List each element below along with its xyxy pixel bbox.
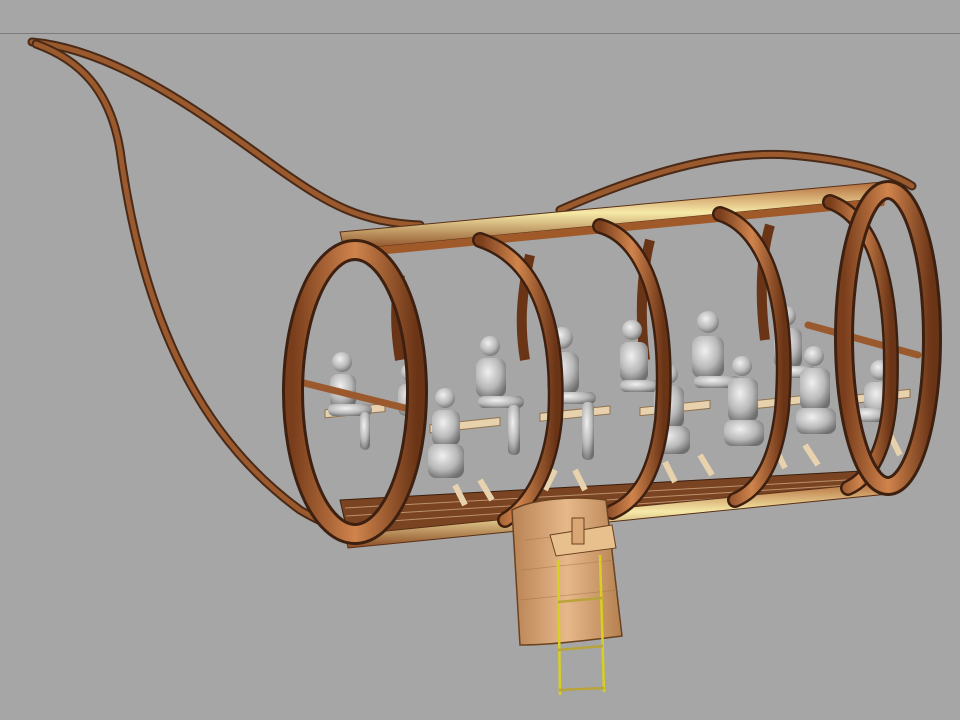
figure <box>692 311 740 388</box>
figure <box>724 356 764 446</box>
figure <box>476 336 524 455</box>
flying-machine-model <box>27 37 942 696</box>
top-beam <box>339 181 887 258</box>
tail-rib-outer <box>27 37 425 230</box>
cad-viewport <box>0 0 960 720</box>
boarding-ramp <box>511 497 623 646</box>
figure <box>428 388 464 478</box>
